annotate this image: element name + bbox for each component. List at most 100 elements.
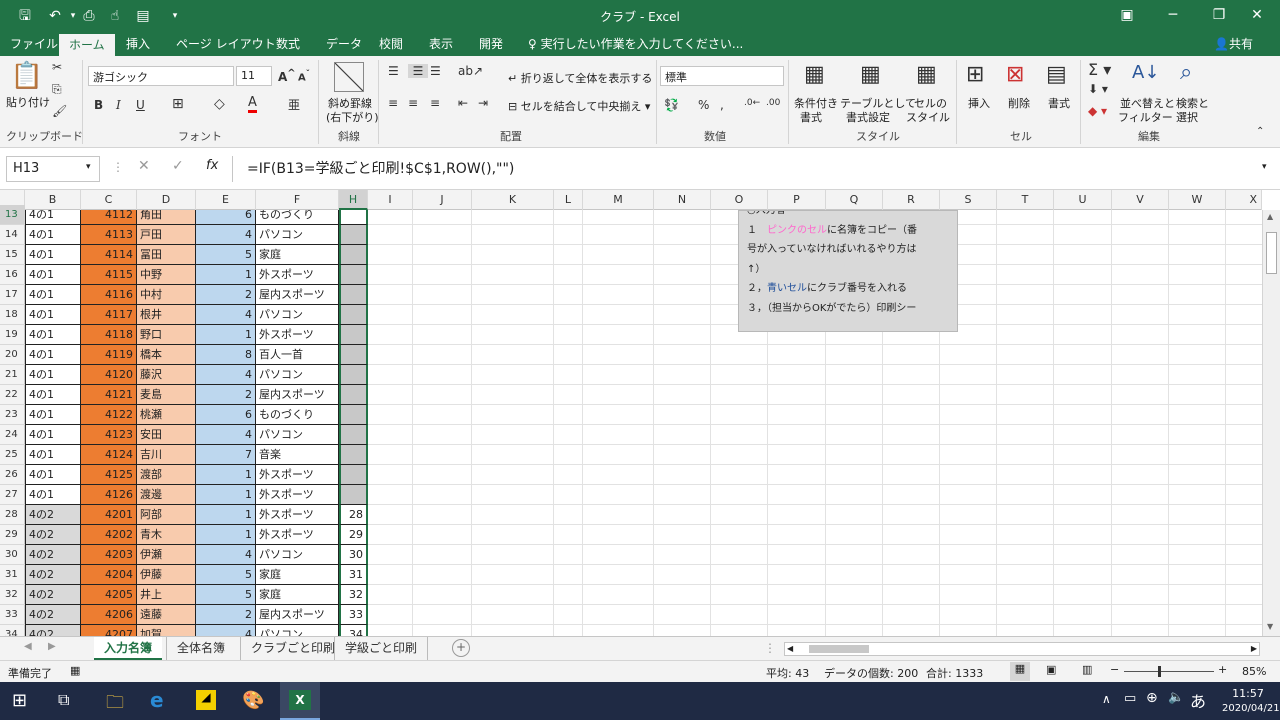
cell-e[interactable]: 4 <box>196 225 256 245</box>
empty-cell[interactable] <box>940 505 997 525</box>
empty-cell[interactable] <box>554 325 583 345</box>
cell-b[interactable]: 4の1 <box>25 225 81 245</box>
empty-cell[interactable] <box>368 405 413 425</box>
fill-icon[interactable]: ⬇ ▾ <box>1088 82 1108 96</box>
cell-c[interactable]: 4123 <box>81 425 137 445</box>
empty-cell[interactable] <box>413 210 472 225</box>
empty-cell[interactable] <box>1054 605 1112 625</box>
empty-cell[interactable] <box>1112 445 1169 465</box>
cell-d[interactable]: 遠藤 <box>137 605 196 625</box>
cell-c[interactable]: 4116 <box>81 285 137 305</box>
empty-cell[interactable] <box>826 425 883 445</box>
empty-cell[interactable] <box>1112 245 1169 265</box>
empty-cell[interactable] <box>368 345 413 365</box>
tab-file[interactable]: ファイル <box>10 36 58 52</box>
empty-cell[interactable] <box>583 245 654 265</box>
empty-cell[interactable] <box>654 405 711 425</box>
empty-cell[interactable] <box>1226 605 1262 625</box>
empty-cell[interactable] <box>940 585 997 605</box>
row-header[interactable]: 14 <box>0 225 25 245</box>
cell-c[interactable]: 4205 <box>81 585 137 605</box>
empty-cell[interactable] <box>413 345 472 365</box>
empty-cell[interactable] <box>1226 325 1262 345</box>
column-header[interactable]: M <box>583 190 654 210</box>
cell-e[interactable]: 1 <box>196 265 256 285</box>
tab-developer[interactable]: 開発 <box>479 36 503 52</box>
empty-cell[interactable] <box>654 485 711 505</box>
empty-cell[interactable] <box>1169 225 1226 245</box>
empty-cell[interactable] <box>711 385 768 405</box>
empty-cell[interactable] <box>654 285 711 305</box>
empty-cell[interactable] <box>940 445 997 465</box>
cell-h[interactable] <box>339 285 368 305</box>
expand-formula-icon[interactable]: ▾ <box>1262 162 1267 172</box>
empty-cell[interactable] <box>413 285 472 305</box>
empty-cell[interactable] <box>413 225 472 245</box>
cell-h[interactable]: 30 <box>339 545 368 565</box>
show-hidden-icons[interactable]: ∧ <box>1102 692 1111 706</box>
column-header[interactable]: P <box>768 190 826 210</box>
empty-cell[interactable] <box>997 210 1054 225</box>
clear-icon[interactable]: ◆ ▾ <box>1088 104 1107 118</box>
cell-d[interactable]: 角田 <box>137 210 196 225</box>
align-center-icon[interactable]: ≡ <box>408 96 418 110</box>
network-icon[interactable]: ⊕ <box>1146 690 1158 706</box>
cell-d[interactable]: 阿部 <box>137 505 196 525</box>
empty-cell[interactable] <box>472 345 554 365</box>
empty-cell[interactable] <box>997 485 1054 505</box>
row-header[interactable]: 28 <box>0 505 25 525</box>
empty-cell[interactable] <box>768 425 826 445</box>
delete-cells-label[interactable]: 削除 <box>1008 95 1030 111</box>
empty-cell[interactable] <box>1226 285 1262 305</box>
empty-cell[interactable] <box>1169 305 1226 325</box>
status-count[interactable]: データの個数: 200 <box>824 665 918 681</box>
empty-cell[interactable] <box>826 485 883 505</box>
table-label-2[interactable]: 書式設定 <box>846 109 890 125</box>
row-header[interactable]: 31 <box>0 565 25 585</box>
cell-b[interactable]: 4の1 <box>25 385 81 405</box>
empty-cell[interactable] <box>1054 445 1112 465</box>
phonetic-icon[interactable]: 亜 <box>288 96 300 113</box>
font-color-icon[interactable]: A <box>248 96 257 113</box>
empty-cell[interactable] <box>997 505 1054 525</box>
cell-e[interactable]: 5 <box>196 585 256 605</box>
empty-cell[interactable] <box>554 365 583 385</box>
number-format-combo[interactable]: 標準 <box>660 66 784 86</box>
empty-cell[interactable] <box>1169 265 1226 285</box>
close-button[interactable]: ✕ <box>1234 0 1280 32</box>
empty-cell[interactable] <box>768 565 826 585</box>
empty-cell[interactable] <box>883 565 940 585</box>
empty-cell[interactable] <box>368 485 413 505</box>
empty-cell[interactable] <box>940 385 997 405</box>
empty-cell[interactable] <box>826 445 883 465</box>
cell-c[interactable]: 4122 <box>81 405 137 425</box>
cell-e[interactable]: 8 <box>196 345 256 365</box>
empty-cell[interactable] <box>654 585 711 605</box>
find-select-icon[interactable]: ⌕ <box>1180 60 1192 85</box>
empty-cell[interactable] <box>883 625 940 636</box>
cell-d[interactable]: 安田 <box>137 425 196 445</box>
empty-cell[interactable] <box>826 625 883 636</box>
empty-cell[interactable] <box>1169 325 1226 345</box>
row-header[interactable]: 29 <box>0 525 25 545</box>
cell-b[interactable]: 4の1 <box>25 245 81 265</box>
zoom-slider[interactable] <box>1124 671 1214 672</box>
empty-cell[interactable] <box>554 305 583 325</box>
empty-cell[interactable] <box>413 445 472 465</box>
font-name-combo[interactable]: 游ゴシック <box>88 66 234 86</box>
empty-cell[interactable] <box>1169 465 1226 485</box>
scroll-up-icon[interactable]: ▲ <box>1267 212 1273 221</box>
empty-cell[interactable] <box>1112 485 1169 505</box>
empty-cell[interactable] <box>997 345 1054 365</box>
empty-cell[interactable] <box>368 385 413 405</box>
empty-cell[interactable] <box>1112 265 1169 285</box>
empty-cell[interactable] <box>1054 405 1112 425</box>
empty-cell[interactable] <box>997 285 1054 305</box>
empty-cell[interactable] <box>472 565 554 585</box>
empty-cell[interactable] <box>583 525 654 545</box>
empty-cell[interactable] <box>768 365 826 385</box>
empty-cell[interactable] <box>1112 385 1169 405</box>
empty-cell[interactable] <box>997 305 1054 325</box>
cell-f[interactable]: 家庭 <box>256 565 339 585</box>
empty-cell[interactable] <box>1169 210 1226 225</box>
